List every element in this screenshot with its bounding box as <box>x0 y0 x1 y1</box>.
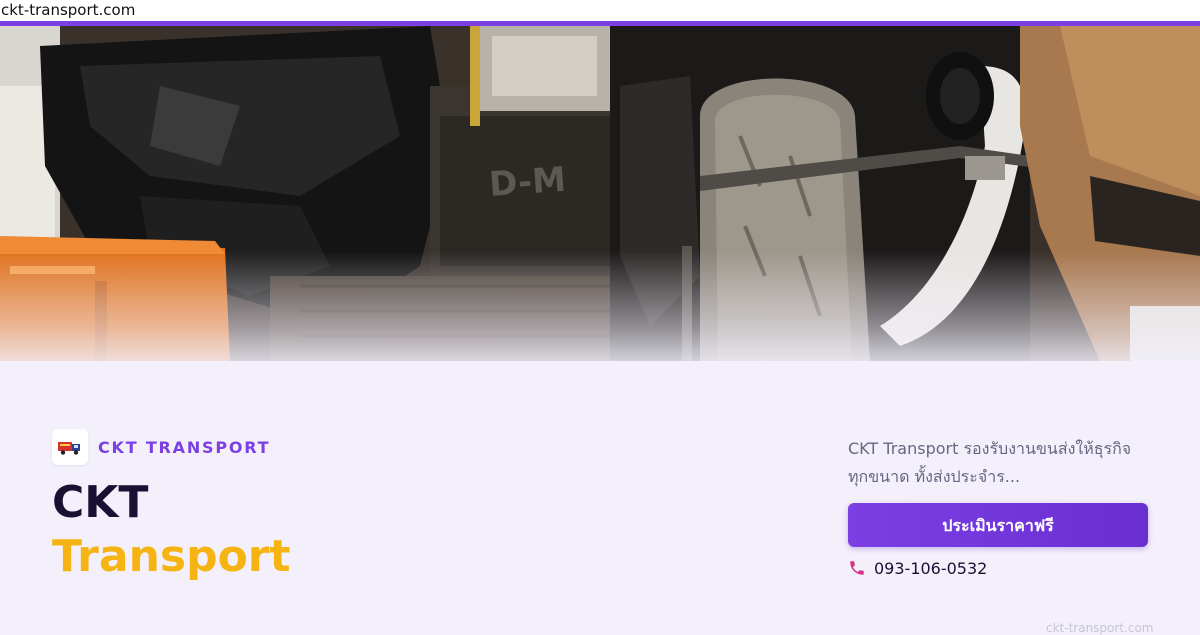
main-content: CKT TRANSPORT CKT Transport CKT Transpor… <box>0 361 1200 635</box>
page-title-secondary: Transport <box>52 531 291 582</box>
phone-icon <box>850 561 864 575</box>
svg-text:D-M: D-M <box>488 160 567 205</box>
brand-row: CKT TRANSPORT <box>52 429 270 465</box>
footer-watermark: ckt-transport.com <box>1046 621 1154 635</box>
brand-name: CKT TRANSPORT <box>98 437 271 457</box>
free-quote-button[interactable]: ประเมินราคาฟรี <box>848 503 1148 547</box>
url-text: ckt-transport.com <box>1 1 136 19</box>
phone-number: 093-106-0532 <box>874 558 988 578</box>
truck-logo-icon[interactable] <box>52 429 88 465</box>
hero-fade-overlay <box>0 251 1200 361</box>
description-text: CKT Transport รองรับงานขนส่งให้ธุรกิจทุก… <box>848 439 1132 486</box>
address-bar[interactable]: ckt-transport.com <box>0 0 1200 21</box>
hero-image: D-M <box>0 26 1200 361</box>
phone-contact[interactable]: 093-106-0532 <box>848 557 987 579</box>
page-title-primary: CKT <box>52 477 149 528</box>
truck-logo-graphic <box>58 442 80 455</box>
